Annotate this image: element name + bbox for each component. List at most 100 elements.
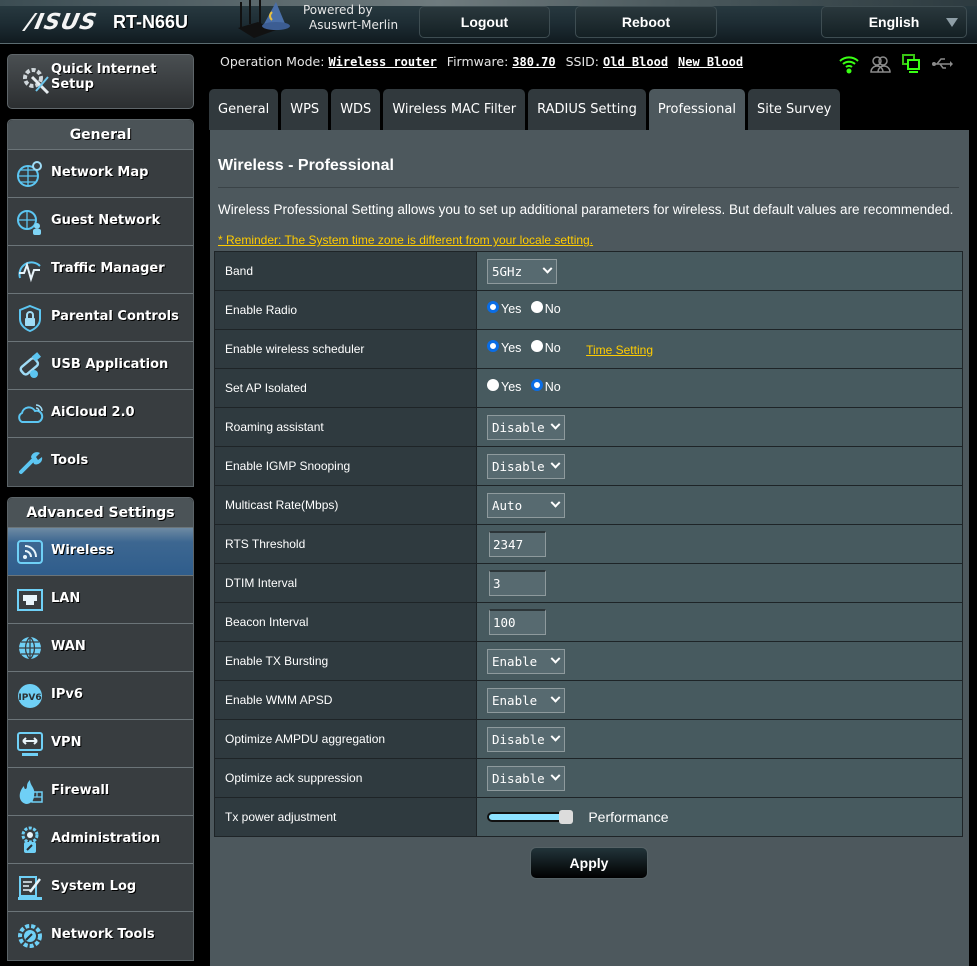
sidebar-item-parental-controls[interactable]: Parental Controls <box>8 294 193 342</box>
administration-icon <box>21 826 39 853</box>
sidebar-item-network-map[interactable]: Network Map <box>8 150 193 198</box>
ampdu-aggregation-value: Disable <box>492 731 545 747</box>
language-select[interactable]: English <box>821 6 967 38</box>
title-divider <box>218 187 959 188</box>
sidebar-item-lan[interactable]: LAN <box>8 576 193 624</box>
wmm-apsd-select[interactable]: Enable <box>487 687 565 713</box>
network-devices-icon[interactable] <box>900 53 922 75</box>
sidebar-item-network-tools[interactable]: Network Tools <box>8 912 193 960</box>
igmp-snooping-select[interactable]: Disable <box>487 453 565 479</box>
apply-button[interactable]: Apply <box>530 847 648 879</box>
sidebar-item-label: LAN <box>51 591 81 606</box>
apply-area: Apply <box>210 830 969 910</box>
status-bar: Operation Mode: Wireless router Firmware… <box>220 54 743 69</box>
ampdu-aggregation-label: Optimize AMPDU aggregation <box>214 719 477 759</box>
advanced-settings-header: Advanced Settings <box>8 498 193 528</box>
parental-controls-icon <box>19 304 41 332</box>
chevron-down-icon <box>550 770 561 781</box>
tab-radius-setting[interactable]: RADIUS Setting <box>528 89 646 130</box>
ap-isolated-yes[interactable]: Yes <box>487 379 521 394</box>
sidebar-item-usb-application[interactable]: USB Application <box>8 342 193 390</box>
firmware-link[interactable]: 380.70 <box>512 55 555 69</box>
tx-power-slider-handle[interactable] <box>559 810 573 824</box>
quick-setup-icon <box>23 68 50 95</box>
tab-site-survey[interactable]: Site Survey <box>747 89 841 130</box>
sidebar-item-label: Administration <box>51 831 161 846</box>
sidebar-item-label: WAN <box>51 639 86 654</box>
operation-mode-label: Operation Mode: <box>220 54 325 69</box>
multicast-rate-select[interactable]: Auto <box>487 492 565 518</box>
powered-by-line1: Powered by <box>303 3 373 17</box>
table-row-enable-radio: Enable Radio Yes No <box>214 290 963 330</box>
radio-checked-icon <box>487 340 499 352</box>
sidebar-item-firewall[interactable]: Firewall <box>8 768 193 816</box>
radio-unchecked-icon <box>530 340 543 352</box>
tab-general[interactable]: General <box>209 89 279 130</box>
sidebar-item-label: Guest Network <box>51 213 161 228</box>
ampdu-aggregation-select[interactable]: Disable <box>487 726 565 752</box>
multicast-rate-value: Auto <box>492 497 523 513</box>
dtim-interval-input[interactable]: 3 <box>489 570 546 596</box>
quick-internet-setup-button[interactable]: Quick Internet Setup <box>7 54 194 109</box>
clients-icon[interactable] <box>869 53 891 75</box>
chevron-down-icon <box>550 458 561 469</box>
ssid-link-2[interactable]: New Blood <box>678 55 743 69</box>
radio-label: No <box>544 380 561 394</box>
ssid-link-1[interactable]: Old Blood <box>603 55 668 69</box>
sidebar-item-aicloud[interactable]: AiCloud 2.0 <box>8 390 193 438</box>
top-banner: /ISUS RT-N66U Powered by Asuswrt-Merlin … <box>0 0 977 44</box>
enable-radio-no[interactable]: No <box>530 301 561 316</box>
ap-isolated-no[interactable]: No <box>530 379 561 394</box>
sidebar-item-traffic-manager[interactable]: Traffic Manager <box>8 246 193 294</box>
operation-mode-link[interactable]: Wireless router <box>328 55 436 69</box>
wifi-icon[interactable] <box>838 53 860 75</box>
sidebar-item-wan[interactable]: WAN <box>8 624 193 672</box>
sidebar-item-guest-network[interactable]: Guest Network <box>8 198 193 246</box>
tab-wds[interactable]: WDS <box>331 89 381 130</box>
sidebar-item-vpn[interactable]: VPN <box>8 720 193 768</box>
reboot-button[interactable]: Reboot <box>575 6 717 38</box>
multicast-rate-label: Multicast Rate(Mbps) <box>214 485 477 525</box>
table-row-tx-bursting: Enable TX Bursting Enable <box>214 641 963 681</box>
wireless-icon <box>17 540 43 564</box>
sidebar-item-label: Parental Controls <box>51 309 179 324</box>
enable-radio-yes[interactable]: Yes <box>487 301 521 316</box>
ack-suppression-label: Optimize ack suppression <box>214 758 477 798</box>
band-label: Band <box>214 251 477 291</box>
band-select[interactable]: 5GHz <box>487 258 557 284</box>
logout-button[interactable]: Logout <box>419 6 550 38</box>
sidebar-item-tools[interactable]: Tools <box>8 438 193 486</box>
tx-power-slider[interactable] <box>487 810 573 824</box>
sidebar-item-administration[interactable]: Administration <box>8 816 193 864</box>
tab-wps[interactable]: WPS <box>281 89 329 130</box>
tools-icon <box>19 452 43 474</box>
time-setting-link[interactable]: Time Setting <box>586 343 653 357</box>
sidebar-item-ipv6[interactable]: IPV6 IPv6 <box>8 672 193 720</box>
firewall-icon <box>19 780 43 804</box>
powered-by-line2: Asuswrt-Merlin <box>309 18 399 32</box>
rts-threshold-input[interactable]: 2347 <box>489 531 546 557</box>
beacon-interval-input[interactable]: 100 <box>489 609 546 635</box>
vpn-icon <box>17 732 43 756</box>
sidebar-item-label: Network Tools <box>51 927 155 942</box>
wireless-scheduler-no[interactable]: No <box>530 340 561 355</box>
content-panel: Wireless - Professional Wireless Profess… <box>210 130 969 966</box>
roaming-assistant-select[interactable]: Disable <box>487 414 565 440</box>
system-log-icon <box>18 876 42 900</box>
sidebar-item-wireless[interactable]: Wireless <box>8 528 193 576</box>
tab-wireless-mac-filter[interactable]: Wireless MAC Filter <box>383 89 526 130</box>
advanced-settings-menu: Advanced Settings Wireless LAN WAN IPV6 … <box>7 497 194 961</box>
timezone-reminder-link[interactable]: * Reminder: The System time zone is diff… <box>218 233 593 247</box>
wireless-scheduler-yes[interactable]: Yes <box>487 340 521 355</box>
sidebar-item-system-log[interactable]: System Log <box>8 864 193 912</box>
tab-professional[interactable]: Professional <box>648 89 745 130</box>
ack-suppression-select[interactable]: Disable <box>487 765 565 791</box>
table-row-ack-suppression: Optimize ack suppression Disable <box>214 758 963 798</box>
sidebar-item-label: Wireless <box>51 543 114 558</box>
roaming-assistant-label: Roaming assistant <box>214 407 477 447</box>
usb-icon[interactable] <box>931 53 953 75</box>
status-icons <box>838 53 953 75</box>
tx-bursting-select[interactable]: Enable <box>487 648 565 674</box>
usb-application-icon <box>19 352 41 378</box>
enable-radio-label: Enable Radio <box>214 290 477 330</box>
